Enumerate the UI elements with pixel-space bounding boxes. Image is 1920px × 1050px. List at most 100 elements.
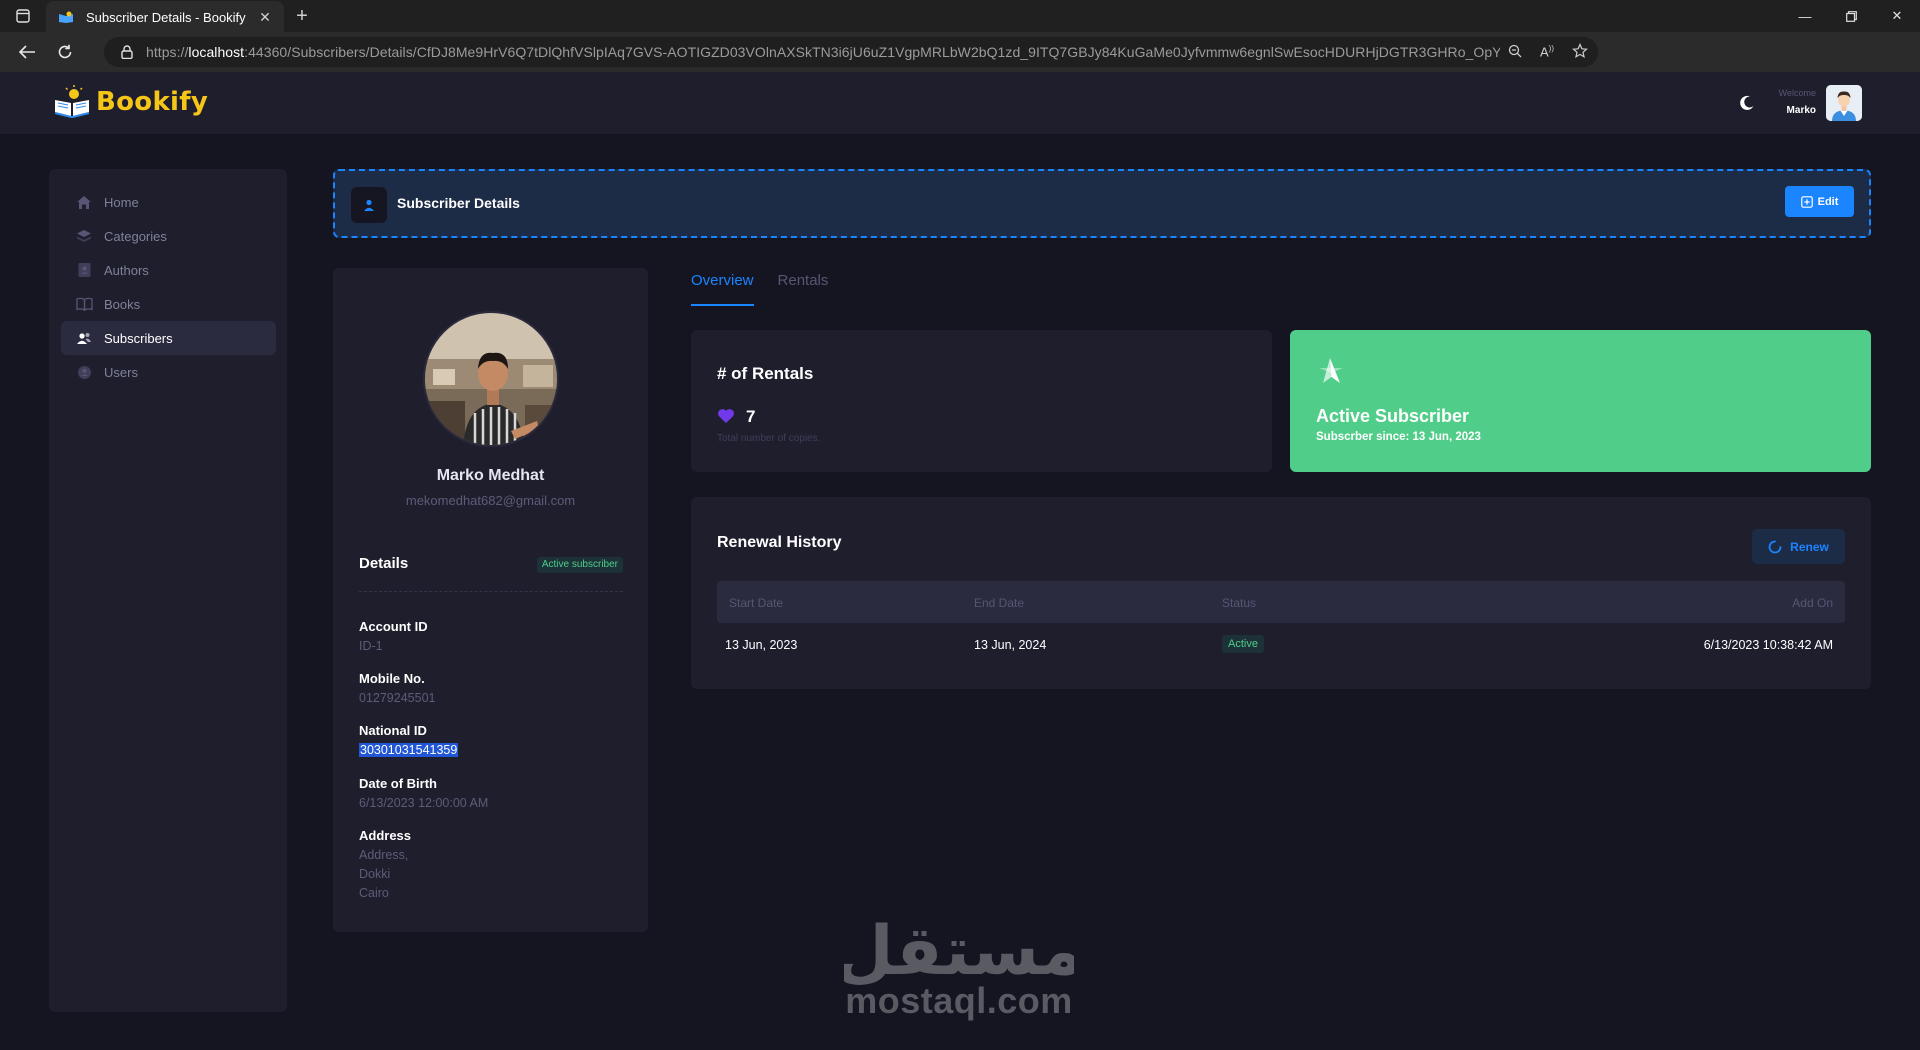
field-mobile: Mobile No. 01279245501	[359, 671, 623, 708]
welcome-block: Welcome Marko	[1779, 89, 1816, 117]
url-scheme: https://	[146, 44, 189, 60]
field-value: 6/13/2023 12:00:00 AM	[359, 796, 489, 810]
browser-tab[interactable]: Subscriber Details - Bookify ✕	[46, 1, 284, 33]
close-window-icon[interactable]: ✕	[1874, 0, 1920, 32]
sidebar-item-label: Home	[104, 194, 139, 210]
renew-button-label: Renew	[1790, 539, 1829, 554]
welcome-label: Welcome	[1778, 88, 1816, 98]
field-label: Address	[359, 828, 412, 843]
heart-icon	[717, 408, 735, 424]
cell-start-date: 13 Jun, 2023	[725, 638, 798, 652]
address-line: Cairo	[359, 886, 389, 900]
tab-actions-icon[interactable]	[0, 0, 46, 32]
edit-button-label: Edit	[1817, 195, 1839, 208]
book-icon	[75, 295, 93, 313]
address-line: Address,	[359, 848, 409, 862]
sidebar-item-subscribers[interactable]: Subscribers	[61, 321, 276, 355]
active-subscriber-card: Active Subscriber Subscrber since: 13 Ju…	[1290, 330, 1871, 472]
mostaql-latin-text: mostaql.com	[845, 980, 1073, 1021]
logo[interactable]: Bookify	[52, 84, 208, 120]
rentals-card-subtitle: Total number of copies.	[717, 433, 821, 444]
page-title: Subscriber Details	[397, 195, 520, 211]
status-badge: Active	[1222, 635, 1264, 653]
tab-overview[interactable]: Overview	[691, 272, 754, 306]
url-host: localhost	[188, 44, 245, 60]
selected-text[interactable]: 30301031541359	[359, 743, 459, 757]
column-header-add-on[interactable]: Add On	[1792, 596, 1833, 610]
favorite-star-icon[interactable]	[1572, 42, 1588, 62]
address-line: Dokki	[359, 867, 391, 881]
address-book-icon	[75, 261, 93, 279]
avatar[interactable]	[1826, 85, 1862, 121]
app-viewport: Bookify Welcome Marko Home Categories Au…	[0, 72, 1920, 1050]
read-aloud-icon[interactable]: A))	[1540, 44, 1554, 59]
moon-icon[interactable]	[1737, 93, 1757, 113]
bookify-favicon-icon	[58, 9, 74, 25]
status-badge: Active subscriber	[536, 557, 623, 573]
sidebar-item-categories[interactable]: Categories	[61, 219, 276, 253]
url-field[interactable]: https://localhost:44360/Subscribers/Deta…	[104, 37, 1598, 67]
book-logo-icon	[52, 84, 92, 120]
profile-photo	[423, 311, 559, 447]
field-label: Mobile No.	[359, 671, 425, 686]
restore-icon[interactable]	[1828, 0, 1874, 32]
sidebar-item-label: Books	[104, 296, 141, 312]
profile-card: Marko Medhat mekomedhat682@gmail.com Det…	[333, 268, 648, 932]
minimize-icon[interactable]: —	[1782, 0, 1828, 32]
sidebar-item-home[interactable]: Home	[61, 185, 276, 219]
url-tools: A))	[1508, 37, 1588, 67]
column-header-start-date[interactable]: Start Date	[729, 596, 783, 610]
url-path: :44360/Subscribers/Details/CfDJ8Me9HrV6Q…	[244, 44, 1500, 60]
header-user-area: Welcome Marko	[1737, 85, 1862, 121]
sidebar-item-authors[interactable]: Authors	[61, 253, 276, 287]
sidebar-item-label: Users	[104, 364, 138, 380]
back-icon[interactable]	[8, 32, 46, 72]
sidebar-item-label: Authors	[104, 262, 149, 278]
refresh-icon[interactable]	[46, 32, 84, 72]
renew-button[interactable]: Renew	[1752, 529, 1845, 564]
lock-icon[interactable]	[118, 45, 136, 59]
content-tabs: Overview Rentals	[691, 272, 828, 306]
field-value: 01279245501	[359, 691, 436, 705]
welcome-user-name: Marko	[1786, 105, 1816, 116]
field-label: Account ID	[359, 619, 428, 634]
column-header-status[interactable]: Status	[1222, 596, 1256, 610]
profile-name: Marko Medhat	[436, 467, 545, 484]
new-tab-icon[interactable]: +	[284, 0, 320, 32]
cell-added-on: 6/13/2023 10:38:42 AM	[1703, 638, 1833, 652]
field-value[interactable]: 30301031541359	[359, 741, 623, 760]
home-icon	[75, 193, 93, 211]
browser-tab-title: Subscriber Details - Bookify	[86, 9, 246, 25]
refresh-circle-icon	[1768, 540, 1782, 553]
field-date-of-birth: Date of Birth 6/13/2023 12:00:00 AM	[359, 776, 623, 813]
field-national-id: National ID 30301031541359	[359, 723, 623, 760]
user-icon	[351, 187, 387, 223]
zoom-icon[interactable]	[1508, 44, 1522, 61]
field-label: National ID	[359, 723, 427, 738]
edit-button[interactable]: Edit	[1785, 186, 1854, 217]
sidebar-item-users[interactable]: Users	[61, 355, 276, 389]
table-row: 13 Jun, 2023 13 Jun, 2024 Active 6/13/20…	[717, 623, 1845, 665]
user-circle-icon	[75, 363, 93, 381]
page-toolbar: Subscriber Details Edit	[333, 169, 1871, 238]
tab-rentals[interactable]: Rentals	[778, 272, 829, 306]
active-card-subtitle: Subscrber since: 13 Jun, 2023	[1316, 431, 1481, 443]
rentals-card-title: # of Rentals	[717, 364, 814, 383]
layers-icon	[75, 227, 93, 245]
sidebar-item-label: Categories	[104, 228, 167, 244]
rentals-count: 7	[746, 407, 756, 426]
app-header: Bookify Welcome Marko	[0, 72, 1920, 134]
field-account-id: Account ID ID-1	[359, 619, 623, 656]
sidebar-item-label: Subscribers	[104, 330, 173, 346]
rentals-count-card: # of Rentals 7 Total number of copies.	[691, 330, 1272, 472]
url-text: https://localhost:44360/Subscribers/Deta…	[146, 44, 1500, 60]
users-icon	[75, 329, 93, 347]
column-header-end-date[interactable]: End Date	[974, 596, 1024, 610]
sidebar-item-books[interactable]: Books	[61, 287, 276, 321]
field-value: ID-1	[359, 639, 383, 653]
table-header: Start Date End Date Status Add On	[717, 581, 1845, 623]
plus-square-icon	[1800, 195, 1813, 208]
close-tab-icon[interactable]: ✕	[256, 9, 274, 26]
details-title: Details	[359, 555, 409, 572]
browser-tab-bar: Subscriber Details - Bookify ✕ + — ✕	[0, 0, 1920, 33]
